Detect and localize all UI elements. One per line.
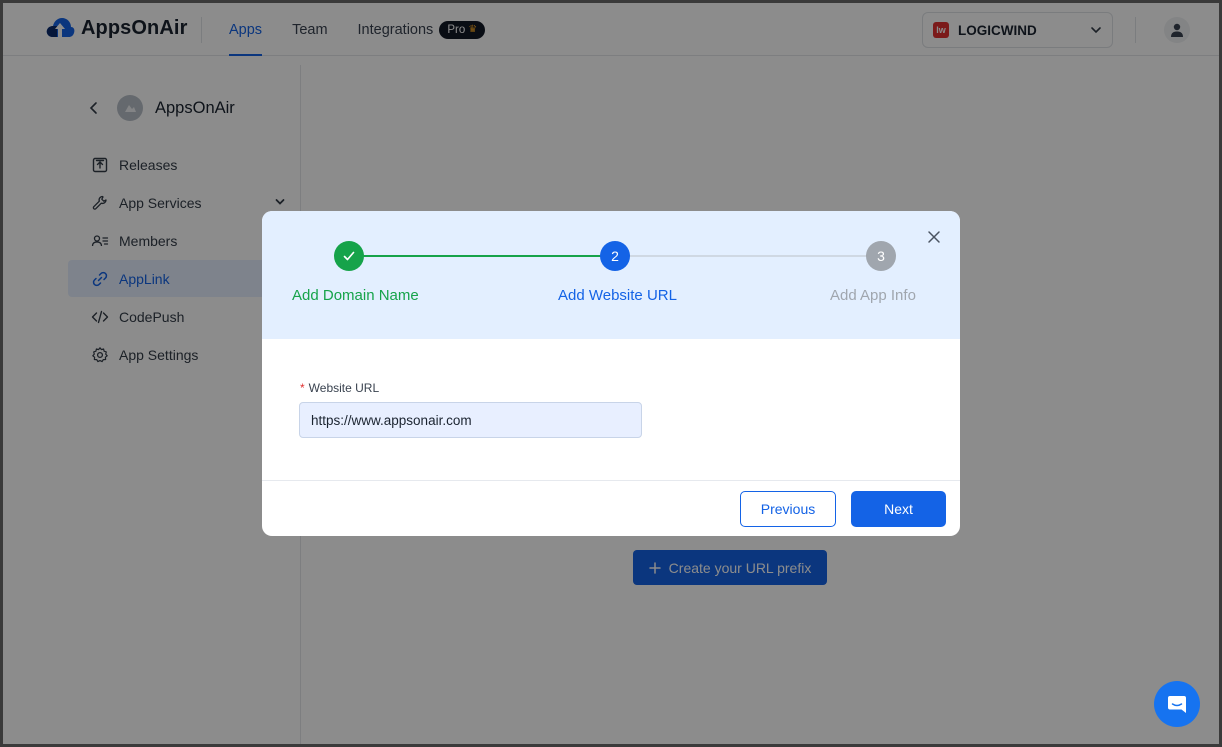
website-url-label: * Website URL [300,381,379,395]
chat-launcher-button[interactable] [1154,681,1200,727]
required-marker: * [300,381,305,395]
check-icon [343,251,355,261]
step-connector-done [358,255,614,257]
step-1-label: Add Domain Name [292,287,419,304]
step-2-indicator: 2 [600,241,630,271]
step-connector-pending [618,255,882,257]
step-2-label: Add Website URL [558,287,677,304]
footer-divider [262,480,960,481]
chat-icon [1168,696,1186,713]
step-3-indicator: 3 [866,241,896,271]
add-website-url-dialog: 2 3 Add Domain Name Add Website URL Add … [262,211,960,536]
previous-button[interactable]: Previous [740,491,836,527]
close-icon[interactable] [926,229,942,245]
website-url-label-text: Website URL [308,381,380,395]
website-url-input[interactable] [299,402,642,438]
next-button[interactable]: Next [851,491,946,527]
app-window: AppsOnAir Apps Team Integrations Pro ♛ l… [3,3,1219,744]
step-3-label: Add App Info [830,287,916,304]
stepper-header: 2 3 Add Domain Name Add Website URL Add … [262,211,960,339]
step-1-indicator [334,241,364,271]
